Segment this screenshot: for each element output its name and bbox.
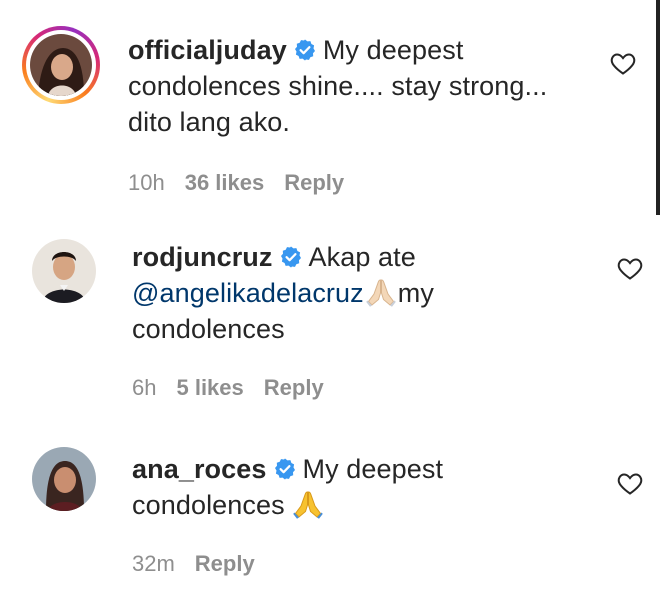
comment-item: ana_roces My deepest condolences 32m Reply (0, 425, 660, 600)
heart-outline-icon[interactable] (617, 257, 643, 281)
comment-likes-count[interactable]: 5 likes (176, 375, 243, 400)
heart-outline-icon[interactable] (610, 52, 636, 76)
avatar (30, 34, 92, 96)
reply-button[interactable]: Reply (264, 375, 324, 400)
comment-text-line: condolences shine.... stay strong... (128, 71, 548, 101)
comment-timestamp[interactable]: 32m (132, 551, 175, 576)
verified-badge-icon (273, 457, 297, 481)
avatar[interactable] (32, 239, 96, 303)
comment-item: rodjuncruz Akap ate @angelikadelacruz my c… (0, 215, 660, 415)
comment-item: officialjuday My deepest condolences shin… (0, 0, 660, 210)
comment-likes-count[interactable]: 36 likes (185, 170, 265, 195)
comment-username[interactable]: rodjuncruz (132, 242, 273, 272)
comment-timestamp[interactable]: 6h (132, 375, 156, 400)
mention-link[interactable]: @angelikadelacruz (132, 278, 364, 308)
comment-username[interactable]: ana_roces (132, 454, 267, 484)
folded-hands-emoji-icon (291, 489, 325, 519)
reply-button[interactable]: Reply (284, 170, 344, 195)
reply-button[interactable]: Reply (195, 551, 255, 576)
comment-text-line: dito lang ako. (128, 107, 291, 137)
verified-badge-icon (279, 245, 303, 269)
avatar[interactable] (32, 447, 96, 511)
comment-text-line: My deepest (302, 454, 444, 484)
comment-text-line: condolences (132, 490, 285, 520)
heart-outline-icon[interactable] (617, 472, 643, 496)
comment-text-line: my (397, 278, 434, 308)
comment-timestamp[interactable]: 10h (128, 170, 165, 195)
folded-hands-emoji-icon (364, 277, 398, 307)
comment-text-line: My deepest (322, 35, 464, 65)
comment-text-line: Akap ate (308, 242, 416, 272)
verified-badge-icon (293, 38, 317, 62)
comment-text-line: condolences (132, 314, 285, 344)
comment-username[interactable]: officialjuday (128, 35, 287, 65)
avatar-story-ring[interactable] (22, 26, 100, 104)
